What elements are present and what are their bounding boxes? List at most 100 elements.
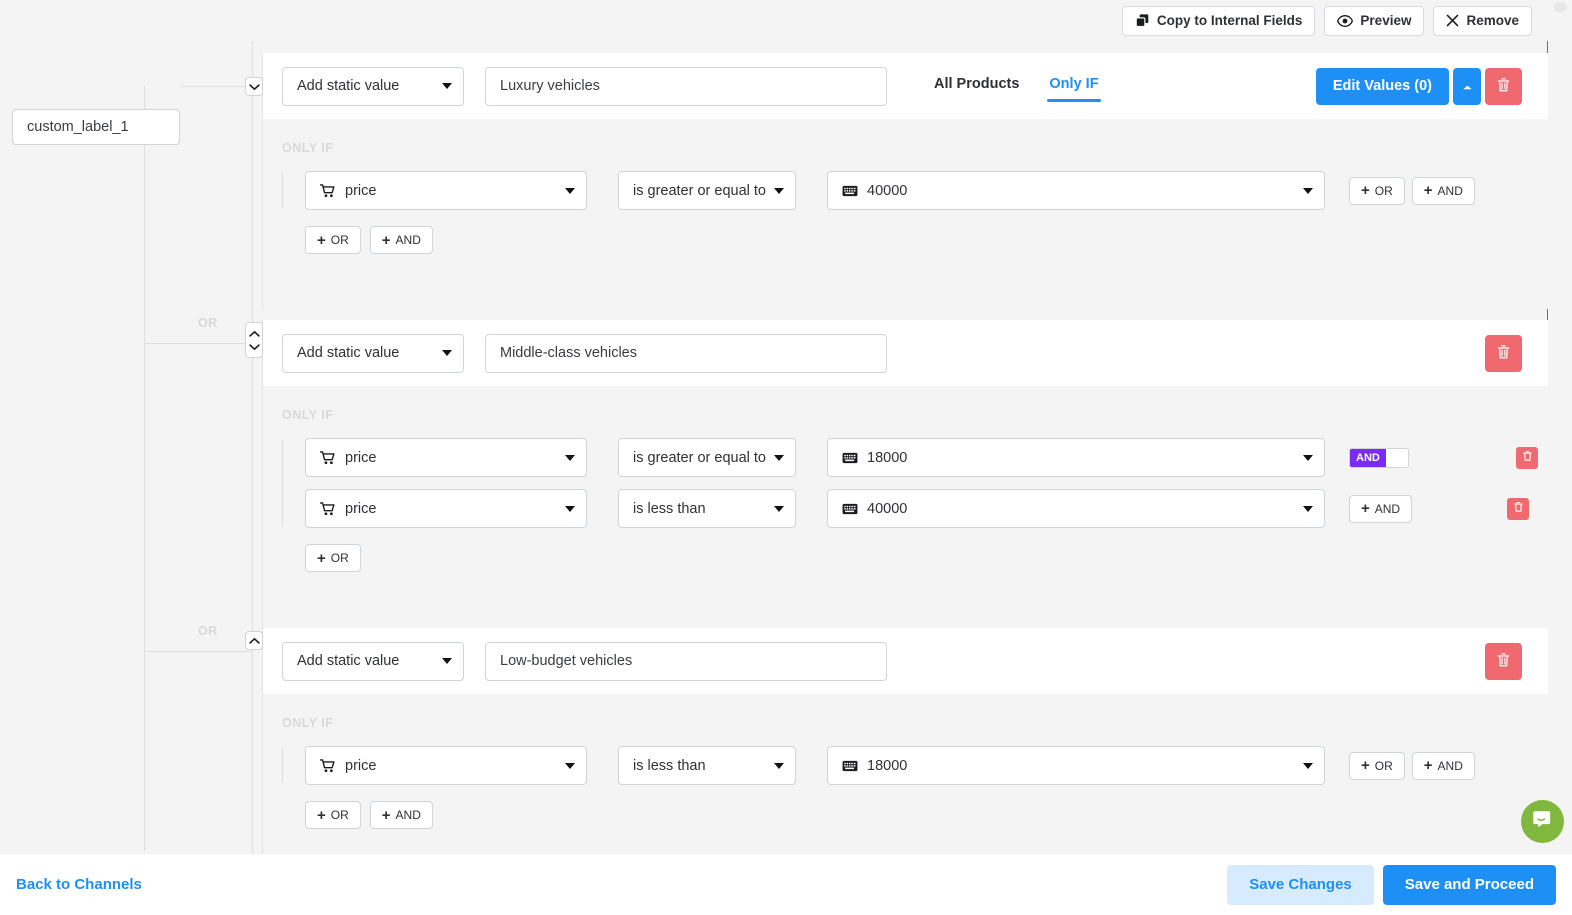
chevron-up-icon[interactable] [247, 634, 261, 647]
block-1-cond-1-field-select[interactable]: price [305, 171, 587, 210]
block-2-cond-2-operator: is less than [633, 501, 766, 517]
block-3-add-or-button[interactable]: + OR [305, 801, 361, 829]
remove-button[interactable]: Remove [1433, 6, 1532, 36]
block-2-condition-group: price is greater or equal to [282, 438, 1548, 528]
tab-only-if[interactable]: Only IF [1047, 70, 1100, 102]
add-and-condition-button[interactable]: + AND [1412, 177, 1475, 205]
block-2-source-select[interactable]: Add static value [282, 334, 464, 373]
block-1-only-if-label: ONLY IF [282, 141, 1548, 155]
cart-icon [320, 184, 336, 198]
connector-line-branch-2 [144, 343, 252, 344]
add-and-condition-button[interactable]: + AND [1412, 752, 1475, 780]
preview-button[interactable]: Preview [1324, 6, 1424, 36]
chat-widget-button[interactable] [1521, 800, 1564, 843]
chat-icon [1531, 808, 1554, 836]
condition-row: price is less than [305, 489, 1548, 528]
plus-icon: + [1361, 758, 1370, 773]
block-1-static-value-input[interactable]: Luxury vehicles [485, 67, 887, 106]
block-3-add-condition-row: + OR + AND [282, 797, 1548, 847]
tab-all-products[interactable]: All Products [932, 70, 1021, 102]
block-1-cond-1-operator-select[interactable]: is greater or equal to [618, 171, 796, 210]
and-or-toggle[interactable]: AND [1349, 448, 1409, 468]
page-scrollbar[interactable] [1548, 0, 1572, 915]
block-1-cond-1-value-select[interactable]: 40000 [827, 171, 1325, 210]
chevron-down-icon [1303, 506, 1313, 512]
block-3-condition-group: price is less than [282, 746, 1548, 785]
block-2-cond-2-field: price [345, 501, 557, 517]
rules-scroll-area[interactable]: OR OR custom_label_1 [0, 41, 1548, 853]
block-2-cond-2-field-select[interactable]: price [305, 489, 587, 528]
block-3-cond-1-value: 18000 [867, 758, 1295, 774]
value-block-2-body: ONLY IF price [262, 386, 1548, 631]
block-1-add-or-button[interactable]: + OR [305, 226, 361, 254]
block-3-source-select[interactable]: Add static value [282, 642, 464, 681]
block-1-cond-1-actions: + OR + AND [1349, 177, 1475, 205]
copy-icon [1135, 13, 1150, 28]
save-changes-button[interactable]: Save Changes [1227, 865, 1374, 905]
delete-condition-button[interactable] [1507, 498, 1529, 520]
block-3-reorder-stepper[interactable] [245, 631, 263, 650]
block-1-reorder-stepper[interactable] [245, 77, 263, 96]
plus-icon: + [1424, 183, 1433, 198]
delete-block-1-button[interactable] [1485, 68, 1522, 105]
remove-label: Remove [1466, 13, 1519, 28]
block-3-cond-1-value-select[interactable]: 18000 [827, 746, 1325, 785]
close-icon [1446, 14, 1459, 27]
block-2-cond-1-operator-select[interactable]: is greater or equal to [618, 438, 796, 477]
delete-block-2-button[interactable] [1485, 335, 1522, 372]
add-or-condition-button[interactable]: + OR [1349, 752, 1405, 780]
block-1-header-actions: Edit Values (0) [1316, 68, 1522, 105]
cart-icon [320, 502, 336, 516]
block-2-static-value-input[interactable]: Middle-class vehicles [485, 334, 887, 373]
custom-label-rule-builder: Copy to Internal Fields Preview Remove [0, 0, 1572, 915]
back-to-channels-link[interactable]: Back to Channels [16, 876, 142, 893]
chevron-down-icon[interactable] [247, 80, 261, 93]
block-3-header-actions [1485, 643, 1522, 680]
block-3-add-and-button[interactable]: + AND [370, 801, 433, 829]
add-or-label: OR [1375, 759, 1393, 773]
save-and-proceed-button[interactable]: Save and Proceed [1383, 865, 1556, 905]
or-connector-label-2: OR [198, 316, 218, 330]
condition-row: price is greater or equal to [305, 171, 1548, 210]
block-1-add-and-button[interactable]: + AND [370, 226, 433, 254]
delete-block-3-button[interactable] [1485, 643, 1522, 680]
value-block-3: Add static value Low-budget vehicles [262, 628, 1548, 854]
add-and-condition-button[interactable]: + AND [1349, 495, 1412, 523]
chevron-down-icon[interactable] [247, 340, 261, 353]
scrollbar-thumb[interactable] [1554, 2, 1567, 12]
block-2-reorder-stepper[interactable] [245, 322, 263, 358]
block-2-cond-2-value-select[interactable]: 40000 [827, 489, 1325, 528]
block-2-cond-1-actions: AND [1349, 447, 1538, 469]
value-block-1: Add static value Luxury vehicles All Pro… [262, 53, 1548, 309]
add-and-label: AND [396, 808, 421, 822]
block-1-condition-group: price is greater or equal to [282, 171, 1548, 210]
add-or-label: OR [331, 551, 349, 565]
add-and-label: AND [1375, 502, 1400, 516]
block-3-cond-1-operator-select[interactable]: is less than [618, 746, 796, 785]
copy-to-internal-fields-button[interactable]: Copy to Internal Fields [1122, 6, 1316, 36]
block-2-add-or-button[interactable]: + OR [305, 544, 361, 572]
add-and-label: AND [1438, 184, 1463, 198]
block-2-cond-1-value-select[interactable]: 18000 [827, 438, 1325, 477]
chevron-down-icon [774, 188, 784, 194]
block-1-cond-1-value: 40000 [867, 183, 1295, 199]
collapse-block-button[interactable] [1453, 68, 1481, 105]
block-3-cond-1-field-select[interactable]: price [305, 746, 587, 785]
block-1-source-select[interactable]: Add static value [282, 67, 464, 106]
block-2-cond-2-operator-select[interactable]: is less than [618, 489, 796, 528]
connector-line-trunk [144, 86, 145, 851]
preview-label: Preview [1360, 13, 1411, 28]
custom-label-name-input[interactable]: custom_label_1 [12, 109, 180, 145]
block-3-static-value-input[interactable]: Low-budget vehicles [485, 642, 887, 681]
cart-icon [320, 759, 336, 773]
edit-values-button[interactable]: Edit Values (0) [1316, 68, 1449, 105]
block-2-cond-1-field-select[interactable]: price [305, 438, 587, 477]
add-or-condition-button[interactable]: + OR [1349, 177, 1405, 205]
chevron-up-icon[interactable] [247, 327, 261, 340]
plus-icon: + [317, 551, 326, 566]
add-or-label: OR [331, 233, 349, 247]
copy-to-internal-fields-label: Copy to Internal Fields [1157, 13, 1303, 28]
delete-condition-button[interactable] [1516, 447, 1538, 469]
eye-icon [1337, 14, 1353, 28]
chevron-down-icon [1303, 455, 1313, 461]
